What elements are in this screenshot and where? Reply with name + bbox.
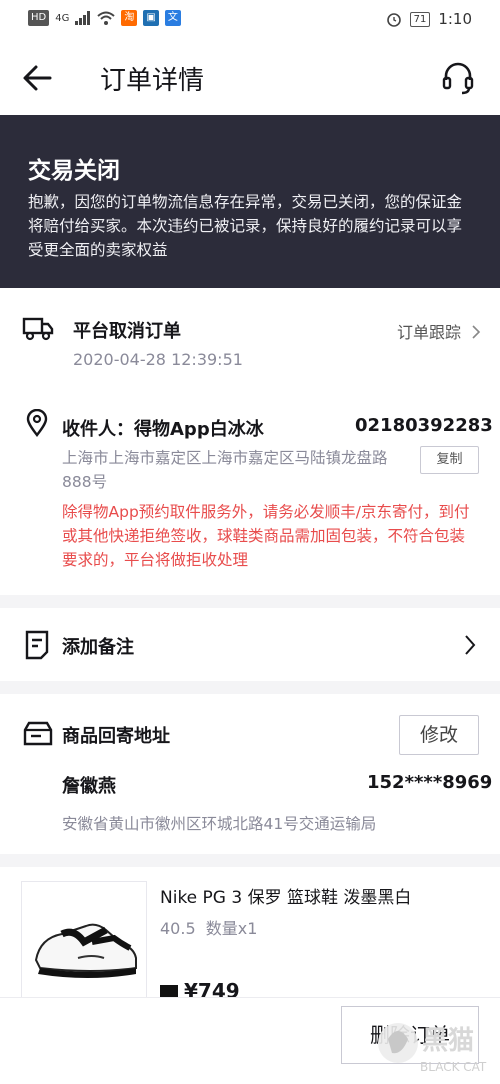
note-icon (25, 630, 49, 660)
status-bar: HD 4G 淘 ▣ 文 71 1:10 (0, 0, 500, 40)
hd-indicator: HD (28, 10, 50, 26)
truck-icon (22, 317, 54, 341)
network-indicator: 4G (55, 12, 70, 24)
price-badge-icon (160, 985, 178, 997)
page-title: 订单详情 (100, 66, 205, 96)
product-price: ¥749 (160, 979, 240, 997)
customer-service-button[interactable] (440, 60, 480, 96)
recipient-name: 收件人：得物App白冰冰 (62, 419, 264, 440)
remark-label: 添加备注 (62, 637, 134, 658)
back-button[interactable] (20, 60, 60, 96)
sneaker-image (34, 923, 137, 978)
clock: 1:10 (438, 10, 472, 28)
recipient-address: 上海市上海市嘉定区上海市嘉定区马陆镇龙盘路888号 (62, 449, 388, 491)
add-remark-row[interactable]: 添加备注 (0, 608, 500, 681)
chevron-right-icon (472, 325, 481, 339)
status-banner: 交易关闭 抱歉，因您的订单物流信息存在异常，交易已关闭，您的保证金将赔付给买家。… (0, 115, 500, 288)
address-box-icon (23, 721, 53, 746)
shipping-notice: 除得物App预约取件服务外，请务必发顺丰/京东寄付，到付或其他快递拒绝签收，球鞋… (62, 503, 470, 569)
app-header: 订单详情 (0, 40, 500, 115)
recipient-phone: 02180392283 (355, 415, 493, 436)
banner-title: 交易关闭 (28, 158, 120, 184)
product-image (21, 881, 147, 999)
chevron-right-icon (465, 635, 476, 655)
order-info-card: 平台取消订单 2020-04-28 12:39:51 订单跟踪 收件人：得物Ap… (0, 288, 500, 595)
taobao-icon: 淘 (121, 10, 138, 26)
translate-icon: 文 (164, 10, 181, 26)
product-spec: 40.5 数量x1 (160, 919, 258, 938)
order-tracking-link[interactable]: 订单跟踪 (397, 319, 482, 343)
return-phone: 152****8969 (367, 772, 493, 793)
tracking-status: 平台取消订单 (73, 321, 181, 342)
return-name: 詹徽燕 (62, 776, 116, 797)
product-card[interactable]: Nike PG 3 保罗 篮球鞋 泼墨黑白 40.5 数量x1 ¥749 (0, 867, 500, 999)
wifi-icon (97, 11, 116, 25)
product-price-value: ¥749 (184, 979, 240, 997)
return-address-title: 商品回寄地址 (62, 726, 170, 747)
banner-message: 抱歉，因您的订单物流信息存在异常，交易已关闭，您的保证金将赔付给买家。本次违约已… (28, 193, 463, 259)
headset-icon (442, 62, 474, 95)
return-address-card: 商品回寄地址 修改 詹徽燕 152****8969 安徽省黄山市徽州区环城北路4… (0, 694, 500, 854)
watermark-text: 黑猫 (422, 1026, 474, 1056)
product-name: Nike PG 3 保罗 篮球鞋 泼墨黑白 (160, 888, 412, 908)
tracking-time: 2020-04-28 12:39:51 (73, 350, 243, 369)
status-left: HD 4G 淘 ▣ 文 (28, 10, 181, 26)
watermark-logo: 黑猫 BLACK CAT (376, 1009, 496, 1079)
battery-indicator: 71 (409, 11, 431, 27)
edit-address-button[interactable]: 修改 (399, 715, 479, 755)
copy-button[interactable]: 复制 (420, 446, 479, 474)
app-icon: ▣ (143, 10, 159, 26)
location-pin-icon (26, 409, 48, 437)
return-address-text: 安徽省黄山市徽州区环城北路41号交通运输局 (62, 815, 377, 833)
signal-icon (75, 11, 91, 25)
black-cat-logo: 黑猫 BLACK CAT (378, 1023, 487, 1074)
order-tracking-label: 订单跟踪 (397, 323, 462, 342)
status-right: 71 1:10 (386, 10, 472, 28)
arrow-left-icon (23, 65, 52, 91)
alarm-icon (386, 13, 401, 27)
watermark-sub: BLACK CAT (420, 1060, 487, 1074)
